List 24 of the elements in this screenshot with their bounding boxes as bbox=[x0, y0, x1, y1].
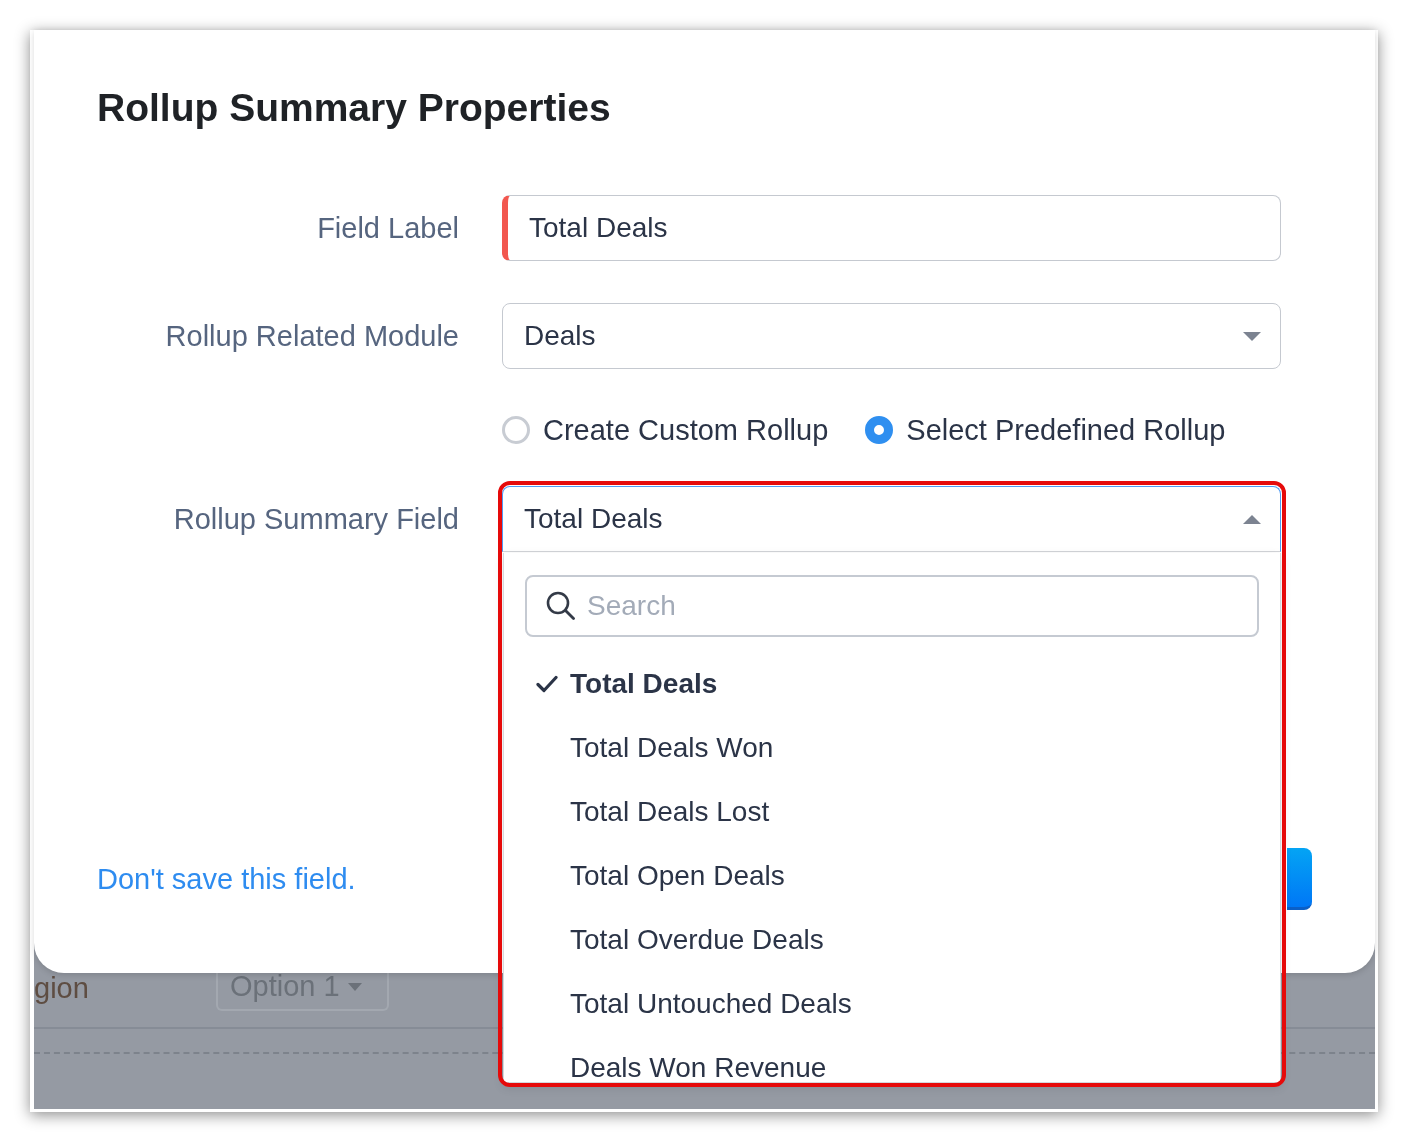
dropdown-field[interactable]: Total Deals bbox=[502, 486, 1281, 552]
check-icon bbox=[536, 675, 558, 693]
dropdown-option[interactable]: Deals Won Revenue bbox=[525, 1036, 1259, 1082]
text-field[interactable]: Total Deals bbox=[502, 195, 1281, 261]
dropdown-option[interactable]: Total Deals Lost bbox=[525, 780, 1259, 844]
search-icon bbox=[546, 591, 575, 620]
caret-up-icon bbox=[1243, 514, 1261, 524]
dialog-title: Rollup Summary Properties bbox=[97, 85, 611, 131]
radio-option[interactable]: Select Predefined Rollup bbox=[865, 413, 1226, 447]
field-label: Field Label bbox=[317, 211, 459, 245]
field-label: Rollup Summary Field bbox=[173, 502, 459, 536]
background-label: gion bbox=[34, 973, 89, 1003]
dropdown-option[interactable]: Total Untouched Deals bbox=[525, 972, 1259, 1036]
search-field[interactable]: Search bbox=[525, 575, 1259, 637]
dropdown-option[interactable]: Total Deals bbox=[525, 652, 1259, 716]
field-label: Rollup Related Module bbox=[165, 319, 459, 353]
dropdown-option[interactable]: Total Open Deals bbox=[525, 844, 1259, 908]
dropdown-option[interactable]: Total Deals Won bbox=[525, 716, 1259, 780]
dropdown-field[interactable]: Deals bbox=[502, 303, 1281, 369]
caret-down-icon bbox=[347, 983, 362, 991]
radio-option[interactable]: Create Custom Rollup bbox=[502, 413, 829, 447]
action-button[interactable] bbox=[1287, 848, 1312, 910]
caret-down-icon bbox=[1243, 331, 1261, 341]
dropdown-option[interactable]: Total Overdue Deals bbox=[525, 908, 1259, 972]
